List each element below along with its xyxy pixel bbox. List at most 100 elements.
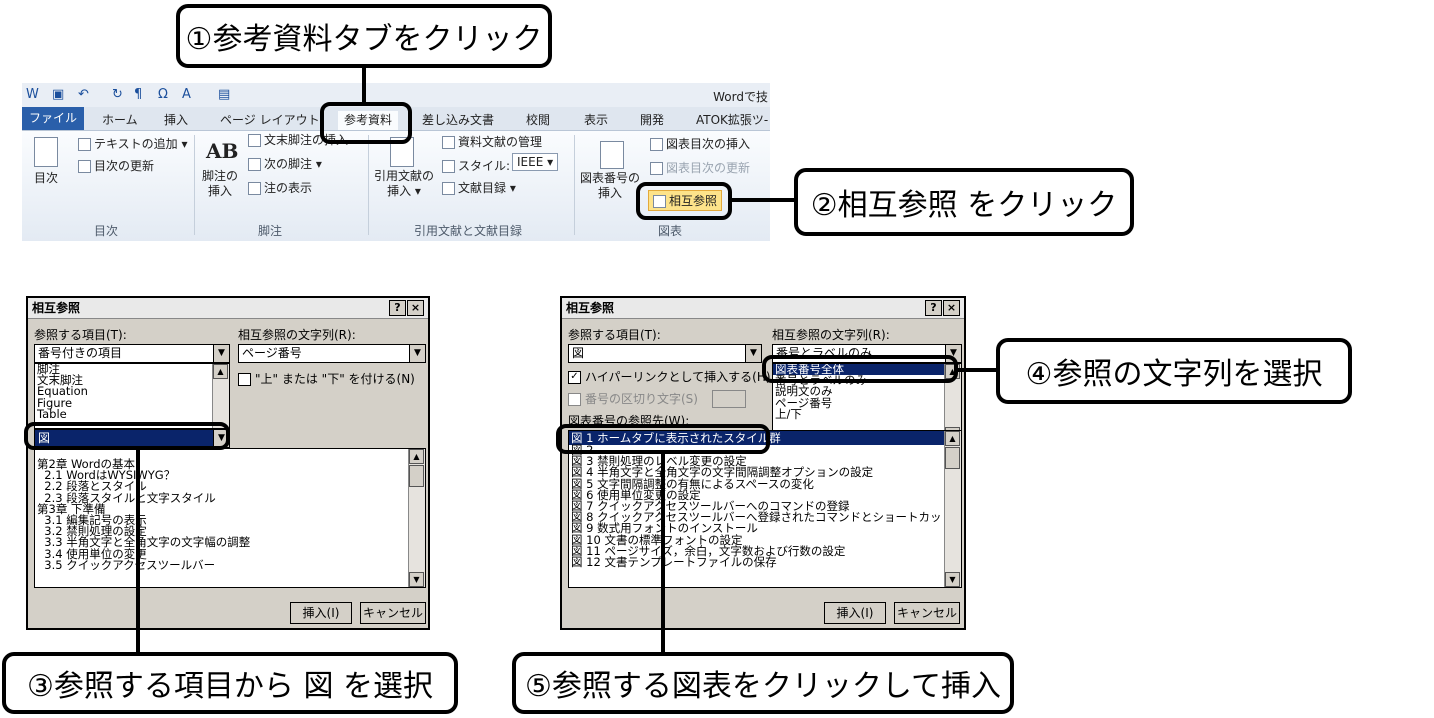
style-label: スタイル:	[442, 157, 510, 174]
scrollbar[interactable]: ▲	[212, 364, 229, 428]
figure-item-highlight	[24, 422, 230, 450]
separate-numbers-checkbox[interactable]: 番号の区切り文字(S)	[568, 390, 698, 407]
cross-reference-dialog-left: 相互参照 ? × 参照する項目(T): 番号付きの項目 ▼ 脚注 文末脚注 Eq…	[26, 296, 430, 630]
checkbox-box[interactable]	[238, 373, 251, 386]
omega-icon[interactable]: Ω	[158, 87, 168, 102]
add-text-button[interactable]: テキストの追加 ▾	[78, 135, 187, 152]
manage-sources-button[interactable]: 資料文献の管理	[442, 133, 542, 150]
insert-button[interactable]: 挿入(I)	[824, 602, 886, 624]
separator-input[interactable]	[712, 390, 746, 408]
group-divider	[574, 135, 575, 235]
redo-icon[interactable]: ↻	[112, 87, 123, 102]
show-notes-button[interactable]: 注の表示	[248, 179, 312, 196]
reference-type-value: 図	[572, 346, 585, 360]
connector-line	[362, 66, 366, 104]
list-item[interactable]: 上/下	[773, 408, 961, 420]
insert-reference-to-select[interactable]: ページ番号 ▼	[238, 344, 426, 363]
step2-callout: ②相互参照 をクリック	[794, 168, 1134, 236]
checkbox-box[interactable]	[568, 393, 581, 406]
insert-reference-to-label: 相互参照の文字列(R):	[772, 328, 890, 342]
style-icon	[442, 160, 455, 173]
insert-reference-to-label: 相互参照の文字列(R):	[238, 328, 356, 342]
tab-review[interactable]: 校閲	[526, 111, 550, 128]
pilcrow-icon[interactable]: ¶	[134, 87, 142, 102]
update-toc-icon	[78, 160, 91, 173]
insert-caption-button[interactable]: 図表番号の 挿入	[580, 171, 640, 201]
reference-type-value: 番号付きの項目	[38, 346, 123, 360]
group-divider	[194, 135, 195, 235]
chevron-down-icon[interactable]: ▼	[213, 345, 229, 362]
cancel-button[interactable]: キャンセル	[360, 602, 426, 624]
citation-group-label: 引用文献と文献目録	[414, 224, 523, 238]
scroll-down-icon[interactable]: ▼	[409, 572, 424, 587]
insert-button[interactable]: 挿入(I)	[290, 602, 352, 624]
checkbox-checked[interactable]: ✓	[568, 371, 581, 384]
list-item[interactable]: 図 12 文書テンプレートファイルの保存	[569, 556, 961, 568]
manage-sources-icon	[442, 136, 455, 149]
step5-callout: ⑤参照する図表をクリックして挿入	[512, 652, 1014, 714]
step4-callout: ④参照の文字列を選択	[996, 338, 1352, 404]
tab-page-layout[interactable]: ページ レイアウト	[220, 111, 320, 128]
chevron-down-icon[interactable]: ▼	[745, 345, 761, 362]
manage-sources-label: 資料文献の管理	[458, 135, 543, 149]
scroll-down-icon[interactable]: ▼	[945, 572, 960, 587]
style-label-text: スタイル:	[458, 159, 511, 173]
references-tab-highlight	[320, 102, 412, 144]
scroll-thumb[interactable]	[409, 465, 424, 487]
insert-as-hyperlink-checkbox[interactable]: ✓ ハイパーリンクとして挿入する(H)	[568, 368, 771, 385]
bibliography-button[interactable]: 文献目録 ▾	[442, 179, 516, 196]
tab-home[interactable]: ホーム	[102, 111, 138, 128]
tab-insert[interactable]: 挿入	[164, 111, 188, 128]
insert-as-hyperlink-label: ハイパーリンクとして挿入する(H)	[585, 370, 771, 384]
insert-reference-to-value: ページ番号	[242, 346, 302, 360]
footnote-group-label: 脚注	[258, 224, 283, 238]
toc-button[interactable]: 目次	[34, 169, 58, 186]
scrollbar[interactable]: ▲ ▼	[408, 449, 425, 587]
cancel-button[interactable]: キャンセル	[894, 602, 960, 624]
next-footnote-icon	[248, 158, 261, 171]
tab-mailings[interactable]: 差し込み文書	[422, 111, 494, 128]
text-style-icon[interactable]: A	[182, 87, 191, 102]
cross-reference-dialog-right: 相互参照 ? × 参照する項目(T): 図 ▼ ✓ ハイパーリンクとして挿入する(…	[560, 296, 966, 630]
chevron-down-icon[interactable]: ▼	[409, 345, 425, 362]
items-list[interactable]: 第2章 Wordの基本 2.1 WordはWYSIWYG？ 2.2 段落とスタイ…	[34, 448, 426, 588]
next-footnote-label: 次の脚注 ▾	[264, 157, 322, 171]
captions-group-label: 図表	[658, 224, 683, 238]
scrollbar[interactable]: ▲ ▼	[944, 431, 961, 587]
help-button[interactable]: ?	[389, 300, 406, 316]
close-button[interactable]: ×	[943, 300, 960, 316]
close-button[interactable]: ×	[407, 300, 424, 316]
list-item[interactable]: 3.5 クイックアクセスツールバー	[35, 559, 425, 571]
include-above-below-checkbox[interactable]: "上" または "下" を付ける(N)	[238, 370, 415, 387]
update-table-button[interactable]: 図表目次の更新	[650, 159, 750, 176]
style-select[interactable]: IEEE ▾	[512, 153, 559, 171]
insert-footnote-button[interactable]: 脚注の 挿入	[202, 169, 238, 199]
insert-footnote-icon: AB	[206, 139, 239, 163]
scroll-up-icon[interactable]: ▲	[409, 449, 424, 464]
reference-type-select[interactable]: 図 ▼	[568, 344, 762, 363]
connector-line	[136, 450, 140, 654]
dialog-title: 相互参照	[562, 298, 964, 319]
tab-atok[interactable]: ATOK拡張ツ-	[696, 111, 768, 128]
tab-developer[interactable]: 開発	[640, 111, 664, 128]
update-toc-button[interactable]: 目次の更新	[78, 157, 154, 174]
list-item[interactable]: Table	[35, 408, 229, 420]
tab-view[interactable]: 表示	[584, 111, 608, 128]
undo-icon[interactable]: ↶	[78, 87, 89, 102]
scroll-up-icon[interactable]: ▲	[213, 364, 228, 379]
next-footnote-button[interactable]: 次の脚注 ▾	[248, 155, 322, 172]
reference-type-list[interactable]: 脚注 文末脚注 Equation Figure Table ▲	[34, 363, 230, 429]
update-toc-label: 目次の更新	[94, 159, 155, 173]
save-icon[interactable]: ▣	[52, 87, 64, 102]
step1-callout: ①参考資料タブをクリック	[176, 4, 552, 68]
insert-table-of-figures-button[interactable]: 図表目次の挿入	[650, 135, 750, 152]
scroll-thumb[interactable]	[945, 447, 960, 469]
insert-citation-button[interactable]: 引用文献の 挿入 ▾	[374, 169, 434, 199]
paste-icon[interactable]: ▤	[218, 87, 230, 102]
scroll-up-icon[interactable]: ▲	[945, 431, 960, 446]
bibliography-label: 文献目録 ▾	[458, 181, 516, 195]
tab-file[interactable]: ファイル	[22, 107, 84, 130]
reference-type-select[interactable]: 番号付きの項目 ▼	[34, 344, 230, 363]
help-button[interactable]: ?	[925, 300, 942, 316]
style-select-value: IEEE	[517, 155, 544, 169]
